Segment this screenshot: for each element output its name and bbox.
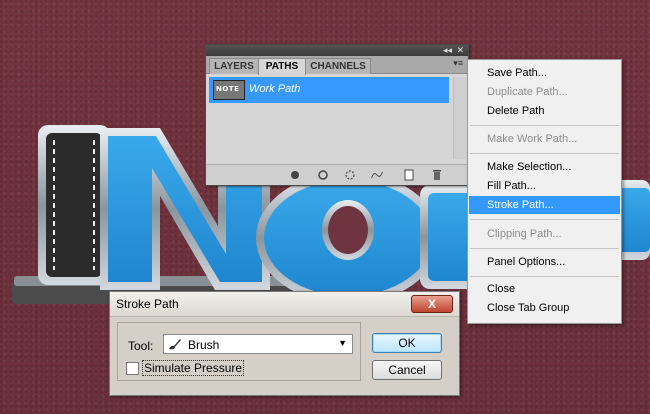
menu-separator	[470, 248, 619, 249]
panel-menu-icon[interactable]: ▾≡	[453, 58, 463, 69]
simulate-pressure-label[interactable]: Simulate Pressure	[142, 360, 245, 376]
menu-item-delete-path[interactable]: Delete Path	[469, 102, 620, 120]
cancel-button[interactable]: Cancel	[372, 360, 442, 380]
tool-select-value: Brush	[188, 338, 220, 352]
dialog-title: Stroke Path	[116, 297, 179, 311]
tab-channels[interactable]: CHANNELS	[305, 58, 371, 74]
menu-item-fill-path[interactable]: Fill Path...	[469, 177, 620, 195]
menu-item-stroke-path[interactable]: Stroke Path...	[469, 196, 620, 214]
menu-item-make-work-path[interactable]: Make Work Path...	[469, 130, 620, 148]
tab-paths[interactable]: PATHS	[258, 58, 306, 75]
fill-path-icon[interactable]	[288, 168, 302, 182]
collapse-icon[interactable]: ◂◂	[443, 45, 452, 56]
menu-item-duplicate-path[interactable]: Duplicate Path...	[469, 83, 620, 101]
panel-titlebar[interactable]: ◂◂ ✕	[206, 45, 468, 56]
simulate-pressure-checkbox[interactable]	[126, 362, 139, 375]
tab-layers[interactable]: LAYERS	[209, 58, 259, 74]
stroke-path-icon[interactable]	[316, 168, 330, 182]
panel-context-menu: Save Path... Duplicate Path... Delete Pa…	[467, 59, 622, 324]
dialog-titlebar[interactable]: Stroke Path X	[110, 292, 459, 317]
path-thumbnail-text: NOTE	[216, 85, 240, 93]
menu-item-save-path[interactable]: Save Path...	[469, 64, 620, 82]
load-selection-icon[interactable]	[343, 168, 357, 182]
menu-separator	[470, 153, 619, 154]
delete-path-icon[interactable]	[430, 168, 444, 182]
tool-select[interactable]: Brush ▼	[163, 334, 353, 354]
dialog-close-button[interactable]: X	[411, 295, 453, 313]
menu-item-make-selection[interactable]: Make Selection...	[469, 158, 620, 176]
artwork-letter-o-hole	[328, 206, 368, 254]
path-row-work-path[interactable]: NOTE Work Path	[209, 77, 449, 103]
ok-button[interactable]: OK	[372, 333, 442, 353]
menu-separator	[470, 276, 619, 277]
path-name: Work Path	[249, 83, 301, 95]
close-icon[interactable]: ✕	[456, 45, 464, 56]
stroke-path-dialog: Stroke Path X Tool: Brush ▼ Simulate Pre…	[109, 291, 460, 396]
panel-footer	[206, 164, 468, 185]
paths-panel: ◂◂ ✕ LAYERS PATHS CHANNELS ▾≡ NOTE Work …	[205, 44, 469, 186]
panel-tab-bar: LAYERS PATHS CHANNELS ▾≡	[206, 56, 468, 75]
path-thumbnail: NOTE	[213, 80, 245, 100]
new-path-icon[interactable]	[402, 168, 416, 182]
make-work-path-icon[interactable]	[370, 168, 384, 182]
menu-separator	[470, 125, 619, 126]
menu-separator	[470, 219, 619, 220]
menu-item-close-tab-group[interactable]: Close Tab Group	[469, 299, 620, 317]
chevron-down-icon: ▼	[338, 338, 347, 348]
dialog-options-group: Tool: Brush ▼ Simulate Pressure	[117, 322, 361, 381]
menu-item-panel-options[interactable]: Panel Options...	[469, 253, 620, 271]
menu-item-close[interactable]: Close	[469, 280, 620, 298]
brush-icon	[169, 339, 181, 350]
tool-label: Tool:	[128, 339, 154, 353]
panel-scrollbar[interactable]	[453, 77, 466, 159]
menu-item-clipping-path[interactable]: Clipping Path...	[469, 225, 620, 243]
